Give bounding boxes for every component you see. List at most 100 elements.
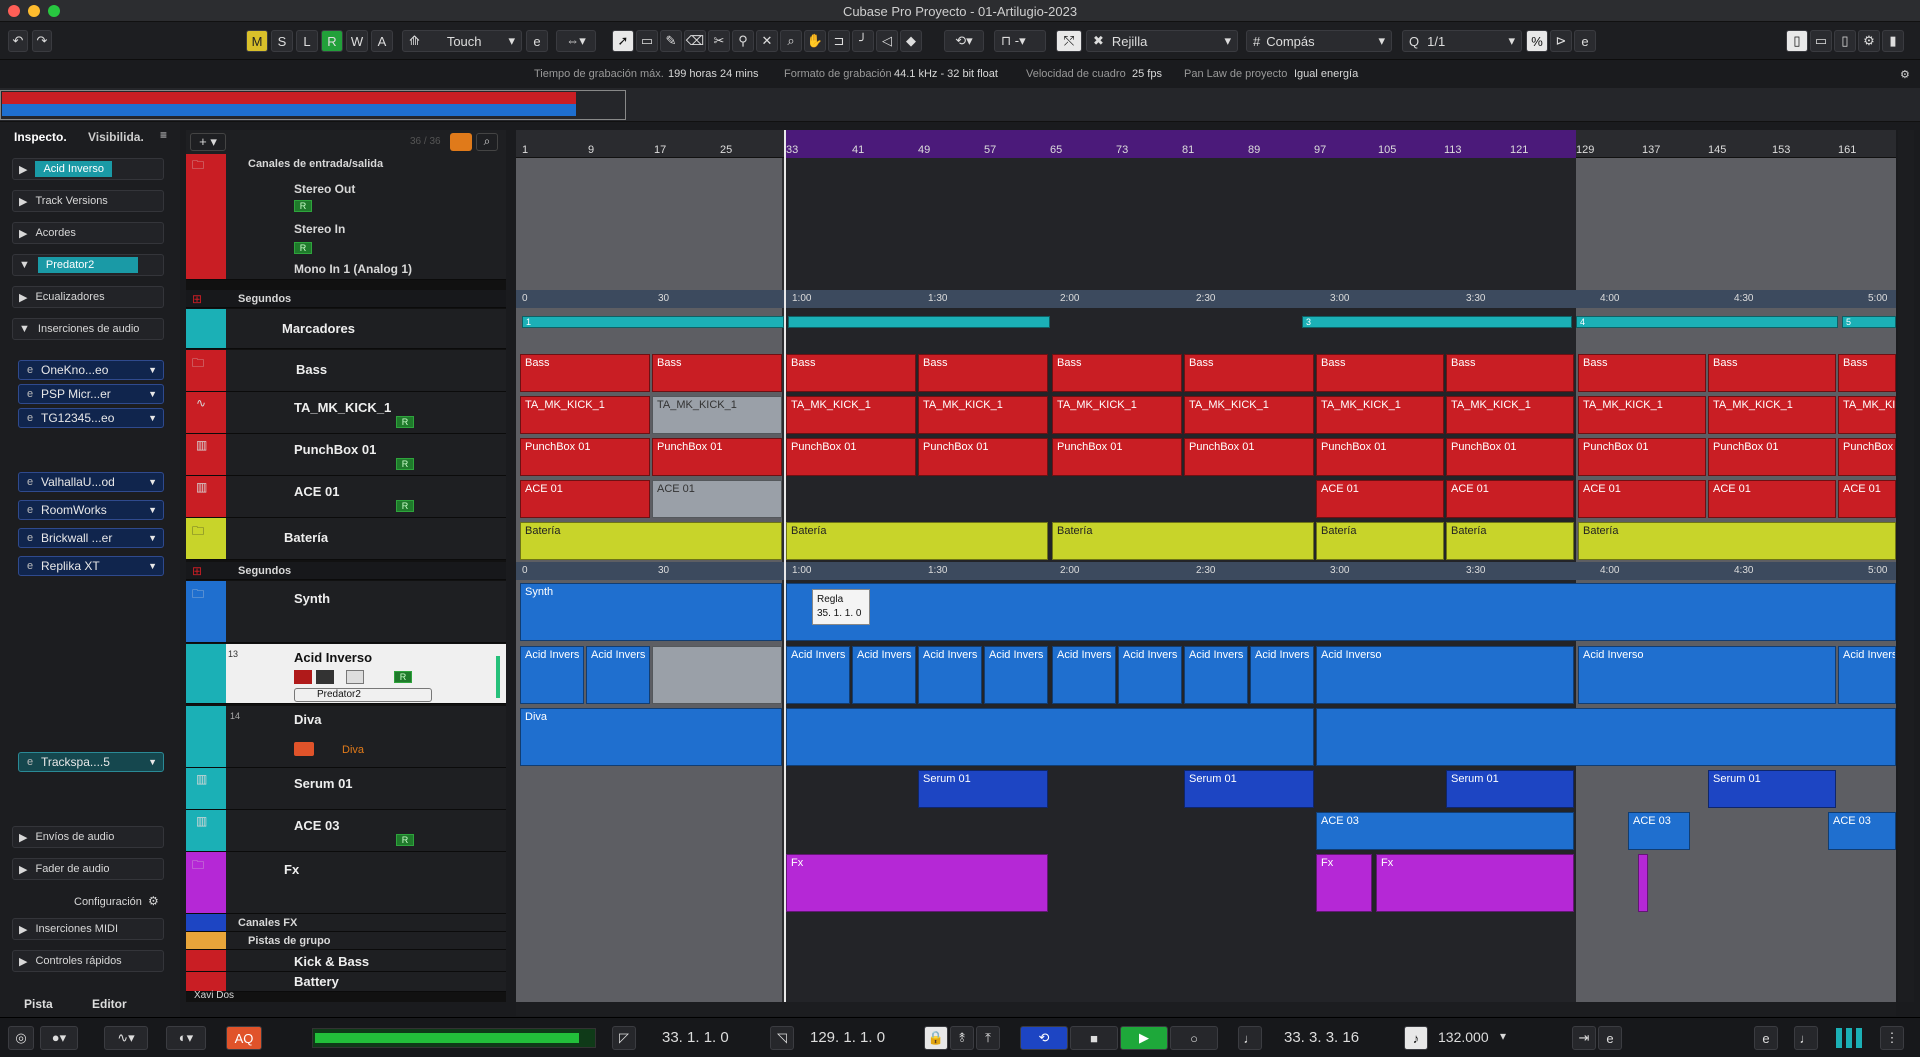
fx-part[interactable]: Fx bbox=[1316, 854, 1372, 912]
acid-event[interactable]: Acid Inverso bbox=[1578, 646, 1836, 704]
project-overview[interactable] bbox=[0, 88, 1920, 122]
track-bass-folder[interactable]: 🗀 Bass bbox=[186, 350, 506, 392]
kick-lane[interactable]: TA_MK_KICK_1 TA_MK_KICK_1 TA_MK_KICK_1 T… bbox=[516, 394, 1896, 436]
marker-event[interactable]: 3 bbox=[1302, 316, 1572, 328]
inspector-audio-sends[interactable]: ▶ Envíos de audio bbox=[12, 826, 164, 848]
insert-slot-10[interactable]: e Replika XT ▼ bbox=[18, 556, 164, 576]
split-tool[interactable]: ✂ bbox=[708, 30, 730, 52]
overview-viewport[interactable] bbox=[0, 90, 626, 120]
audition-state-button[interactable]: A bbox=[371, 30, 393, 52]
solo-state-button[interactable]: S bbox=[271, 30, 293, 52]
vertical-scrollbar[interactable] bbox=[1898, 130, 1914, 1002]
ace01-part[interactable]: ACE 01 bbox=[652, 480, 782, 518]
quantize-select[interactable]: Q 1/1 ▾ bbox=[1402, 30, 1522, 52]
serum-lane[interactable]: Serum 01 Serum 01 Serum 01 Serum 01 bbox=[516, 768, 1896, 810]
track-output-routing[interactable]: Predator2 bbox=[294, 688, 432, 702]
acid-event[interactable]: Acid Invers bbox=[1052, 646, 1116, 704]
inspector-track-versions[interactable]: ▶ Track Versions bbox=[12, 190, 164, 212]
bateria-part[interactable]: Batería bbox=[1052, 522, 1314, 560]
mute-state-button[interactable]: M bbox=[246, 30, 268, 52]
insert-slot-trackspacer[interactable]: e Trackspa....5 ▼ bbox=[18, 752, 164, 772]
layout-left-zone-button[interactable]: ▯ bbox=[1786, 30, 1808, 52]
erase-tool[interactable]: ⌫ bbox=[684, 30, 706, 52]
color-tool[interactable]: ◆ bbox=[900, 30, 922, 52]
ace03-part[interactable]: ACE 03 bbox=[1828, 812, 1896, 850]
read-button[interactable]: R bbox=[294, 200, 312, 212]
fx-lane[interactable]: Fx Fx Fx bbox=[516, 852, 1896, 914]
fx-part[interactable] bbox=[1638, 854, 1648, 912]
ace01-part[interactable]: ACE 01 bbox=[1316, 480, 1444, 518]
bass-part[interactable]: Bass bbox=[1184, 354, 1314, 392]
punchbox-part[interactable]: PunchBox 01 bbox=[1578, 438, 1706, 476]
acid-event[interactable]: Acid Invers bbox=[918, 646, 982, 704]
diva-lane[interactable]: Diva bbox=[516, 706, 1896, 768]
acid-event[interactable]: Acid Invers bbox=[1184, 646, 1248, 704]
acid-lane[interactable]: Acid Invers Acid Invers Acid Invers Acid… bbox=[516, 644, 1896, 706]
diva-part[interactable] bbox=[1316, 708, 1896, 766]
acid-event[interactable]: Acid Invers bbox=[984, 646, 1048, 704]
ace03-part[interactable]: ACE 03 bbox=[1628, 812, 1690, 850]
punchbox-part[interactable]: PunchBox 01 bbox=[1708, 438, 1836, 476]
metronome-button[interactable]: ♩ bbox=[1794, 1026, 1818, 1050]
marker-event[interactable]: 1 bbox=[522, 316, 784, 328]
left-locator-display[interactable]: 33. 1. 1. 0 bbox=[662, 1029, 729, 1046]
marker-lane[interactable]: 1 3 4 5 bbox=[516, 312, 1896, 352]
layout-settings-button[interactable]: ⚙ bbox=[1858, 30, 1880, 52]
primary-time-display[interactable]: 33. 3. 3. 16 bbox=[1284, 1029, 1359, 1046]
read-button[interactable]: R bbox=[394, 671, 412, 683]
fx-part[interactable]: Fx bbox=[1376, 854, 1574, 912]
rec-time-value[interactable]: 199 horas 24 mins bbox=[668, 68, 759, 80]
track-ace03[interactable]: ▥ ACE 03 R bbox=[186, 810, 506, 852]
panlaw-value[interactable]: Igual energía bbox=[1294, 68, 1358, 80]
track-kick-bass-group[interactable]: Kick & Bass bbox=[186, 950, 506, 972]
track-filter-button[interactable] bbox=[450, 133, 472, 151]
insert-slot-8[interactable]: e RoomWorks ▼ bbox=[18, 500, 164, 520]
automation-settings-button[interactable]: e bbox=[526, 30, 548, 52]
bateria-part[interactable]: Batería bbox=[1316, 522, 1444, 560]
seconds-ruler-2[interactable]: 0 30 1:00 1:30 2:00 2:30 3:00 3:30 4:00 … bbox=[516, 562, 1896, 580]
gear-icon[interactable]: ⚙ bbox=[1900, 68, 1910, 81]
bass-part[interactable]: Bass bbox=[520, 354, 650, 392]
automation-mode-select[interactable]: ⟰ Touch ▾ bbox=[402, 30, 522, 52]
track-fx-channels[interactable]: Canales FX bbox=[186, 914, 506, 932]
punch-out-button[interactable]: ⤒ bbox=[976, 1026, 1000, 1050]
bass-part[interactable]: Bass bbox=[1316, 354, 1444, 392]
track-punchbox[interactable]: ▥ PunchBox 01 R bbox=[186, 434, 506, 476]
marker-settings-button[interactable]: e bbox=[1754, 1026, 1778, 1050]
layout-expand-button[interactable]: ▮ bbox=[1882, 30, 1904, 52]
seconds-ruler[interactable]: 0 30 1:00 1:30 2:00 2:30 3:00 3:30 4:00 … bbox=[516, 290, 1896, 308]
punchbox-part[interactable]: PunchBox 01 bbox=[652, 438, 782, 476]
bass-part[interactable]: Bass bbox=[1052, 354, 1182, 392]
acid-event[interactable]: Acid Invers bbox=[1250, 646, 1314, 704]
acid-event[interactable]: Acid Invers bbox=[520, 646, 584, 704]
inspector-chords[interactable]: ▶ Acordes bbox=[12, 222, 164, 244]
read-button[interactable]: R bbox=[396, 834, 414, 846]
track-kick[interactable]: ∿ TA_MK_KICK_1 R bbox=[186, 392, 506, 434]
ace01-part[interactable]: ACE 01 bbox=[520, 480, 650, 518]
tab-editor[interactable]: Editor bbox=[92, 997, 127, 1011]
track-bateria-folder[interactable]: 🗀 Batería bbox=[186, 518, 506, 560]
punchbox-part[interactable]: PunchBox 01 bbox=[1184, 438, 1314, 476]
zoom-tool[interactable]: ⌕ bbox=[780, 30, 802, 52]
track-synth-folder[interactable]: 🗀 Synth bbox=[186, 581, 506, 643]
rec-format-value[interactable]: 44.1 kHz - 32 bit float bbox=[894, 68, 998, 80]
read-button[interactable]: R bbox=[396, 458, 414, 470]
fps-value[interactable]: 25 fps bbox=[1132, 68, 1162, 80]
diva-part[interactable]: Diva bbox=[520, 708, 782, 766]
punchbox-lane[interactable]: PunchBox 01 PunchBox 01 PunchBox 01 Punc… bbox=[516, 436, 1896, 478]
layout-lower-zone-button[interactable]: ▭ bbox=[1810, 30, 1832, 52]
tempo-track-icon[interactable]: ♪ bbox=[1404, 1026, 1428, 1050]
comp-tool[interactable]: ⊐ bbox=[828, 30, 850, 52]
ace03-lane[interactable]: ACE 03 ACE 03 ACE 03 bbox=[516, 810, 1896, 852]
lock-icon[interactable]: 🔒 bbox=[924, 1026, 948, 1050]
inspector-instrument[interactable]: ▼ Predator2 bbox=[12, 254, 164, 276]
monitor-button[interactable] bbox=[316, 670, 334, 684]
play-tool[interactable]: ◁ bbox=[876, 30, 898, 52]
right-locator-display[interactable]: 129. 1. 1. 0 bbox=[810, 1029, 885, 1046]
chevron-down-icon[interactable]: ▾ bbox=[1500, 1029, 1506, 1043]
track-diva[interactable]: 14 Diva Diva bbox=[186, 706, 506, 768]
bass-part[interactable]: Bass bbox=[1578, 354, 1706, 392]
tab-track[interactable]: Pista bbox=[24, 997, 53, 1011]
project-window-event-display[interactable]: 0 30 1:00 1:30 2:00 2:30 3:00 3:30 4:00 … bbox=[516, 130, 1896, 1002]
mute-tool[interactable]: ✕ bbox=[756, 30, 778, 52]
